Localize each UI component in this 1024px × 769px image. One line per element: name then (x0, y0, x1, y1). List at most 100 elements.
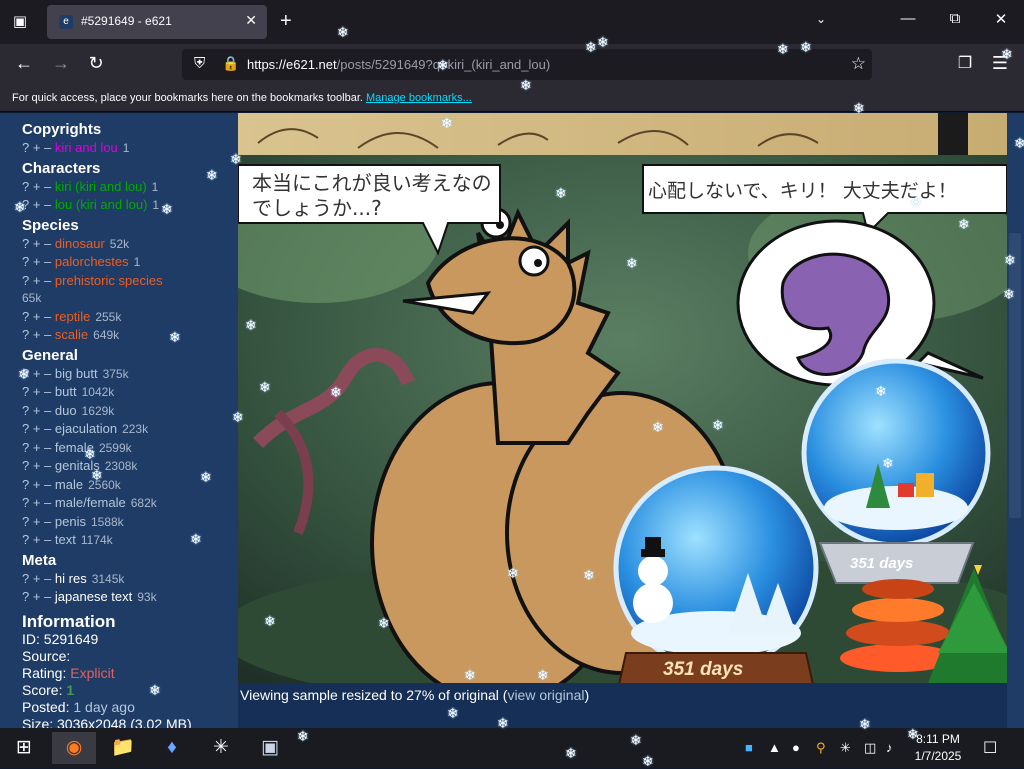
tag-link[interactable]: text (55, 532, 76, 547)
tab-list-icon[interactable]: ▣ (8, 10, 32, 34)
tag-count: 682k (130, 496, 157, 510)
file-explorer-icon[interactable]: 📁 (101, 732, 145, 764)
tag-controls[interactable]: ? + – (22, 236, 51, 251)
tag-link[interactable]: japanese text (55, 589, 132, 604)
view-original-link[interactable]: view original (507, 687, 584, 703)
tag-controls[interactable]: ? + – (22, 477, 51, 492)
tab-close-icon[interactable]: ✕ (245, 12, 257, 29)
network-icon[interactable]: ◫ (864, 740, 876, 756)
tag-link[interactable]: scalie (55, 327, 88, 342)
tag-controls[interactable]: ? + – (22, 179, 51, 194)
tray-square-icon[interactable]: ■ (745, 740, 753, 755)
tag-link[interactable]: big butt (55, 366, 98, 381)
tag-link[interactable]: ejaculation (55, 421, 117, 436)
tag-controls[interactable]: ? + – (22, 532, 51, 547)
tag-row: ? + – female 2599k (22, 439, 238, 458)
app-icon[interactable]: ♦ (150, 732, 194, 764)
page-content: Copyrights ? + – kiri and lou 1 Characters?… (0, 113, 1024, 728)
tag-link[interactable]: kiri (kiri and lou) (55, 179, 147, 194)
tag-link[interactable]: palorchestes (55, 254, 129, 269)
tray-snowflake-icon[interactable]: ✳ (840, 740, 851, 756)
tag-row: ? + – reptile 255k (22, 308, 238, 327)
tag-row: ? + – kiri and lou 1 (22, 139, 238, 158)
post-score-value: 1 (66, 681, 75, 698)
new-tab-icon[interactable]: + (280, 9, 292, 33)
manage-bookmarks-link[interactable]: Manage bookmarks... (366, 92, 472, 104)
tag-link[interactable]: dinosaur (55, 236, 105, 251)
tag-link[interactable]: reptile (55, 309, 90, 324)
tag-link[interactable]: kiri and lou (55, 140, 118, 155)
clock-date: 1/7/2025 (914, 749, 962, 763)
shield-icon[interactable]: ⛨ (194, 55, 205, 72)
firefox-icon[interactable]: ◉ (52, 732, 96, 764)
windows-start-icon[interactable]: ⊞ (2, 732, 46, 764)
minimize-icon[interactable]: — (896, 10, 920, 27)
clock-time: 8:11 PM (916, 732, 960, 746)
url-text[interactable]: https://e621.net/posts/5291649?q=kiri_(k… (247, 57, 550, 72)
restore-icon[interactable]: ⧉ (943, 10, 967, 27)
active-tab[interactable]: e #5291649 - e621 ✕ (47, 5, 267, 39)
tag-link[interactable]: duo (55, 403, 77, 418)
scrollbar-thumb[interactable] (1009, 233, 1021, 518)
tag-link[interactable]: male (55, 477, 83, 492)
lock-icon[interactable]: 🔒 (222, 55, 239, 72)
tag-controls[interactable]: ? + – (22, 458, 51, 473)
tag-controls[interactable]: ? + – (22, 254, 51, 269)
tag-controls[interactable]: ? + – (22, 309, 51, 324)
tag-row: 65k (22, 289, 238, 308)
tag-link[interactable]: butt (55, 384, 77, 399)
tag-controls[interactable]: ? + – (22, 421, 51, 436)
resize-notice: Viewing sample resized to 27% of origina… (240, 687, 589, 703)
tag-link[interactable]: genitals (55, 458, 100, 473)
tag-controls[interactable]: ? + – (22, 384, 51, 399)
forward-icon[interactable]: → (48, 53, 74, 74)
tag-controls[interactable]: ? + – (22, 403, 51, 418)
bookmarks-hint: For quick access, place your bookmarks h… (12, 92, 472, 104)
tag-count: 1 (133, 255, 141, 269)
tag-controls[interactable]: ? + – (22, 440, 51, 455)
tag-link[interactable]: female (55, 440, 94, 455)
menu-icon[interactable]: ☰ (987, 53, 1013, 74)
tag-controls[interactable]: ? + – (22, 495, 51, 510)
post-image[interactable]: 本当にこれが良い考えなのでしょうか...? 心配しないで、キリ！ 大丈夫だよ！ … (238, 113, 1007, 683)
screen-app-icon[interactable]: ▣ (248, 732, 292, 764)
tag-row: ? + – hi res 3145k (22, 570, 238, 589)
tag-controls[interactable]: ? + – (22, 366, 51, 381)
tab-title: #5291649 - e621 (81, 14, 172, 28)
tag-link[interactable]: prehistoric species (55, 273, 163, 288)
tag-count: 52k (109, 236, 130, 251)
tray-drop-icon[interactable]: ● (792, 740, 800, 755)
tag-controls[interactable]: ? + – (22, 140, 51, 155)
snowflake-app-icon[interactable]: ✳ (199, 732, 243, 764)
tag-link[interactable]: lou (kiri and lou) (55, 197, 148, 212)
notifications-icon[interactable]: ☐ (983, 738, 997, 758)
tag-controls[interactable]: ? + – (22, 273, 51, 288)
tag-controls[interactable]: ? + – (22, 571, 51, 586)
close-window-icon[interactable]: ✕ (989, 10, 1013, 28)
taskbar-clock[interactable]: 8:11 PM 1/7/2025 (908, 731, 968, 765)
tag-link[interactable]: hi res (55, 571, 87, 586)
tag-row: ? + – text 1174k (22, 531, 238, 550)
windows-taskbar: ⊞ ◉ 📁 ♦ ✳ ▣ ■ ▲ ● ⚲ ✳ ◫ ♪ 8:11 PM 1/7/20… (0, 728, 1024, 768)
extensions-icon[interactable]: ❐ (952, 53, 978, 73)
post-rating-value[interactable]: Explicit (70, 665, 114, 681)
resize-notice-text: Viewing sample resized to 27% of origina… (240, 687, 508, 703)
tag-controls[interactable]: ? + – (22, 514, 51, 529)
tag-controls[interactable]: ? + – (22, 327, 51, 342)
volume-icon[interactable]: ♪ (886, 740, 893, 755)
section-title: Meta (22, 551, 57, 569)
tag-link[interactable]: male/female (55, 495, 126, 510)
reload-icon[interactable]: ↻ (83, 53, 109, 74)
tray-search-icon[interactable]: ⚲ (816, 740, 826, 756)
tag-controls[interactable]: ? + – (22, 197, 51, 212)
post-date-value: 1 day ago (73, 698, 135, 715)
chevron-down-icon[interactable]: ⌄ (816, 12, 826, 26)
url-bar[interactable]: ⛨ 🔒 https://e621.net/posts/5291649?q=kir… (182, 49, 872, 80)
section-title: Characters (22, 159, 101, 177)
tag-controls[interactable]: ? + – (22, 589, 51, 604)
bookmark-star-icon[interactable]: ☆ (851, 54, 866, 74)
tab-bar: ▣ e #5291649 - e621 ✕ + ⌄ — ⧉ ✕ (0, 0, 1024, 44)
tray-app-icon[interactable]: ▲ (768, 740, 781, 755)
tag-link[interactable]: penis (55, 514, 86, 529)
back-icon[interactable]: ← (11, 53, 37, 74)
